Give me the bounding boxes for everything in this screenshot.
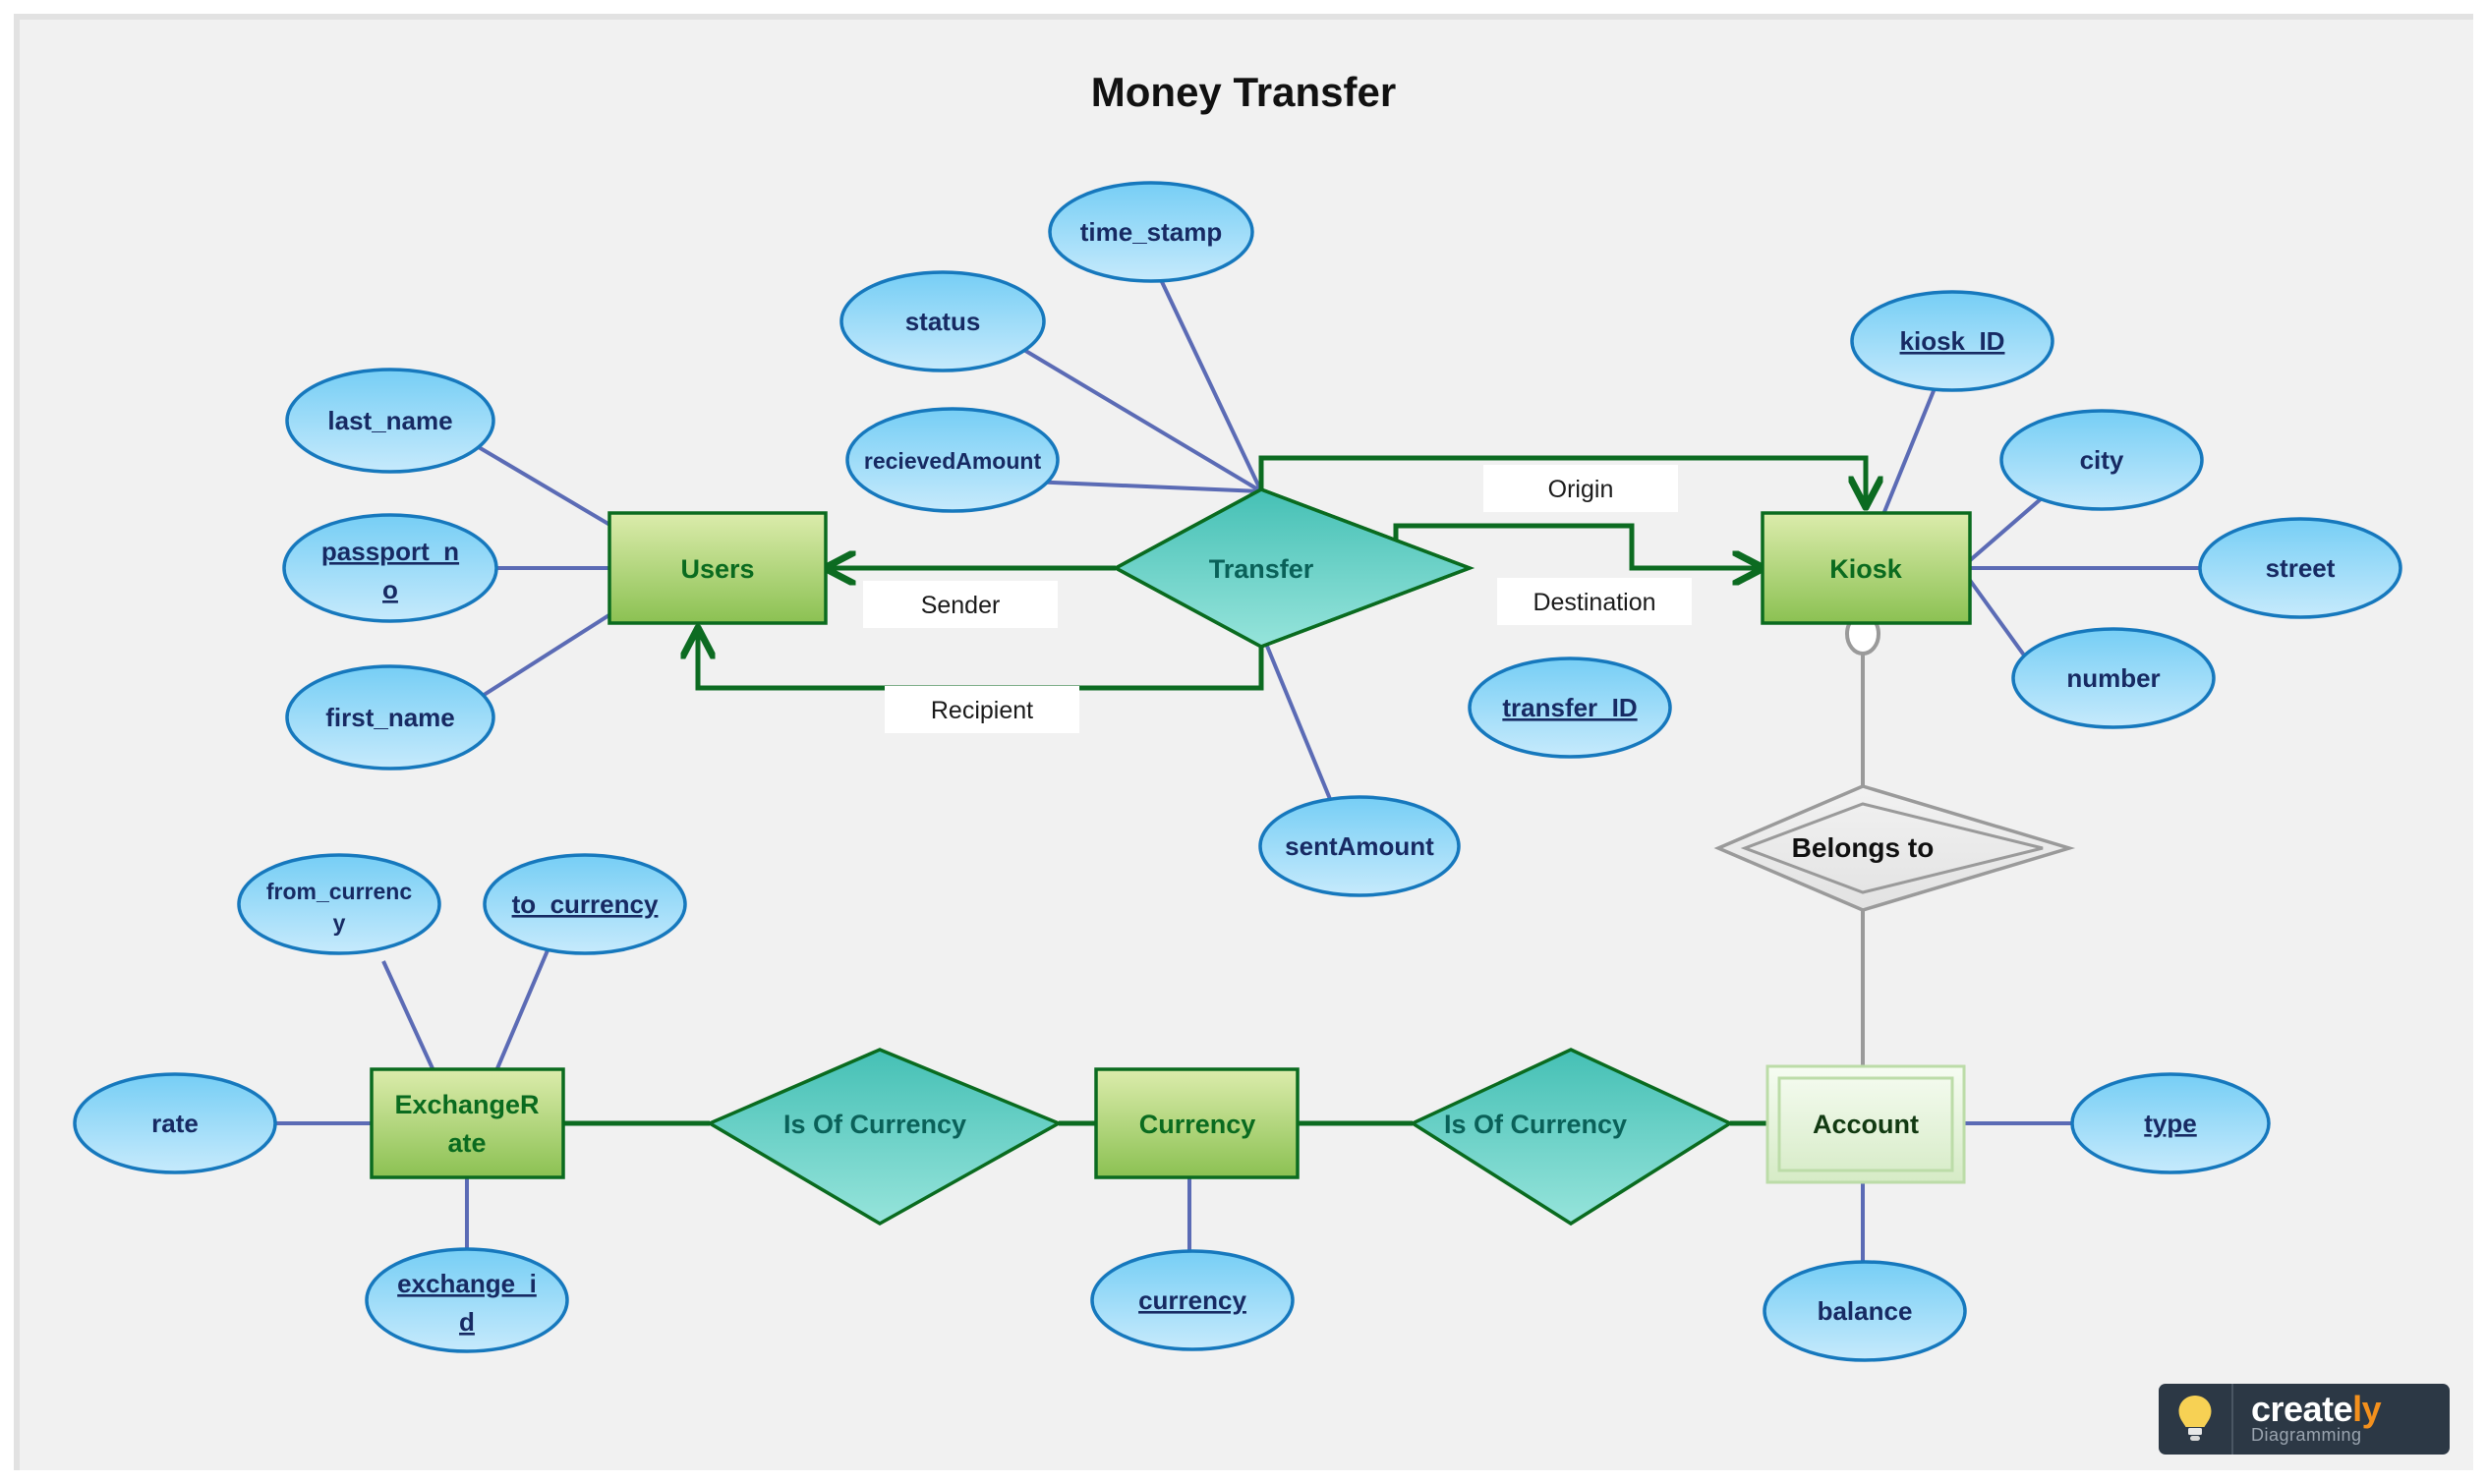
relationship-transfer-label: Transfer: [1209, 554, 1314, 584]
attribute-sent-amount-label: sentAmount: [1285, 831, 1434, 861]
attribute-status-label: status: [905, 307, 981, 336]
entity-account-label: Account: [1813, 1110, 1919, 1139]
attribute-rate[interactable]: rate: [73, 1072, 277, 1174]
relationship-is-of-currency-right[interactable]: Is Of Currency: [1409, 1048, 1734, 1227]
attribute-balance[interactable]: balance: [1763, 1260, 1967, 1362]
edge-label-origin-text: Origin: [1548, 476, 1614, 503]
entity-kiosk-label: Kiosk: [1829, 554, 1903, 584]
logo-word-accent: ly: [2352, 1389, 2382, 1429]
attribute-rate-label: rate: [151, 1109, 199, 1138]
attribute-transfer-id-label: transfer_ID: [1502, 693, 1637, 722]
attribute-number-label: number: [2066, 663, 2160, 693]
attribute-street-label: street: [2266, 553, 2336, 583]
attribute-from-currency[interactable]: from_currenc y: [237, 853, 441, 955]
attribute-balance-label: balance: [1818, 1296, 1913, 1326]
relationship-belongs-to[interactable]: Belongs to: [1713, 784, 2076, 912]
entity-exchangerate-label-line1: ExchangeR: [394, 1090, 539, 1119]
attribute-kiosk-id[interactable]: kiosk_ID: [1850, 290, 2054, 392]
attribute-recieved-amount-label: recievedAmount: [864, 448, 1042, 474]
entity-currency[interactable]: Currency: [1094, 1067, 1300, 1179]
entity-account[interactable]: Account: [1765, 1064, 1966, 1184]
attribute-city-label: city: [2080, 445, 2124, 475]
relationship-transfer[interactable]: Transfer: [1112, 487, 1475, 649]
attribute-number[interactable]: number: [2011, 627, 2216, 729]
edge-recipient: [698, 629, 1264, 691]
attribute-from-currency-label-line1: from_currenc: [266, 879, 412, 904]
attribute-kiosk-id-label: kiosk_ID: [1900, 326, 2005, 356]
entity-exchangerate[interactable]: ExchangeR ate: [370, 1067, 565, 1179]
attribute-street[interactable]: street: [2198, 517, 2402, 619]
relationship-belongs-to-label: Belongs to: [1792, 832, 1935, 863]
er-diagram: Money Transfer Users Kiosk ExchangeR ate…: [73, 69, 2402, 1362]
entity-exchangerate-label-line2: ate: [447, 1128, 486, 1158]
attribute-currency-label: currency: [1138, 1285, 1246, 1315]
attribute-type-label: type: [2144, 1109, 2196, 1138]
edge-label-sender: Sender: [863, 581, 1058, 628]
attribute-last-name-label: last_name: [327, 406, 452, 435]
attribute-last-name[interactable]: last_name: [285, 368, 495, 474]
attribute-to-currency[interactable]: to_currency: [483, 853, 687, 955]
diagram-canvas: Money Transfer Users Kiosk ExchangeR ate…: [0, 0, 2487, 1484]
entity-currency-label: Currency: [1139, 1110, 1256, 1139]
entity-users-label: Users: [680, 554, 754, 584]
attribute-time-stamp[interactable]: time_stamp: [1048, 181, 1254, 283]
edge-label-destination: Destination: [1497, 578, 1692, 625]
edge-label-origin: Origin: [1483, 465, 1678, 512]
attribute-passport-no[interactable]: passport_n o: [282, 513, 498, 623]
attribute-recieved-amount[interactable]: recievedAmount: [845, 407, 1060, 513]
page-title: Money Transfer: [1091, 69, 1396, 115]
edge-label-recipient: Recipient: [885, 686, 1079, 733]
logo-tagline: Diagramming: [2251, 1425, 2362, 1446]
relationship-is-of-currency-right-label: Is Of Currency: [1444, 1110, 1627, 1139]
attribute-first-name[interactable]: first_name: [285, 664, 495, 771]
edge-label-recipient-text: Recipient: [931, 697, 1033, 724]
entity-users[interactable]: Users: [607, 511, 828, 625]
logo-word-main: create: [2251, 1389, 2353, 1429]
edge-label-sender-text: Sender: [921, 592, 1001, 619]
attribute-status[interactable]: status: [839, 270, 1046, 372]
entity-kiosk[interactable]: Kiosk: [1761, 511, 1972, 625]
attribute-time-stamp-label: time_stamp: [1080, 217, 1223, 247]
attribute-currency[interactable]: currency: [1090, 1249, 1295, 1351]
attribute-from-currency-label-line2: y: [333, 910, 346, 936]
attribute-city[interactable]: city: [1999, 409, 2204, 511]
creately-logo[interactable]: creately Diagramming: [2159, 1384, 2450, 1455]
attribute-exchange-id-label-line1: exchange_i: [397, 1269, 537, 1298]
relationship-is-of-currency-left-label: Is Of Currency: [783, 1110, 966, 1139]
attribute-sent-amount[interactable]: sentAmount: [1258, 795, 1461, 897]
edge-label-destination-text: Destination: [1533, 589, 1655, 616]
lightbulb-icon: [2159, 1384, 2233, 1455]
attribute-transfer-id[interactable]: transfer_ID: [1468, 656, 1672, 759]
attribute-to-currency-label: to_currency: [512, 889, 659, 919]
attribute-passport-no-label-line1: passport_n: [321, 537, 459, 566]
attribute-type[interactable]: type: [2070, 1072, 2271, 1174]
relationship-is-of-currency-left[interactable]: Is Of Currency: [706, 1048, 1064, 1227]
attribute-exchange-id[interactable]: exchange_i d: [365, 1247, 569, 1353]
attribute-first-name-label: first_name: [325, 703, 455, 732]
attribute-passport-no-label-line2: o: [382, 575, 398, 604]
attribute-exchange-id-label-line2: d: [459, 1307, 475, 1337]
